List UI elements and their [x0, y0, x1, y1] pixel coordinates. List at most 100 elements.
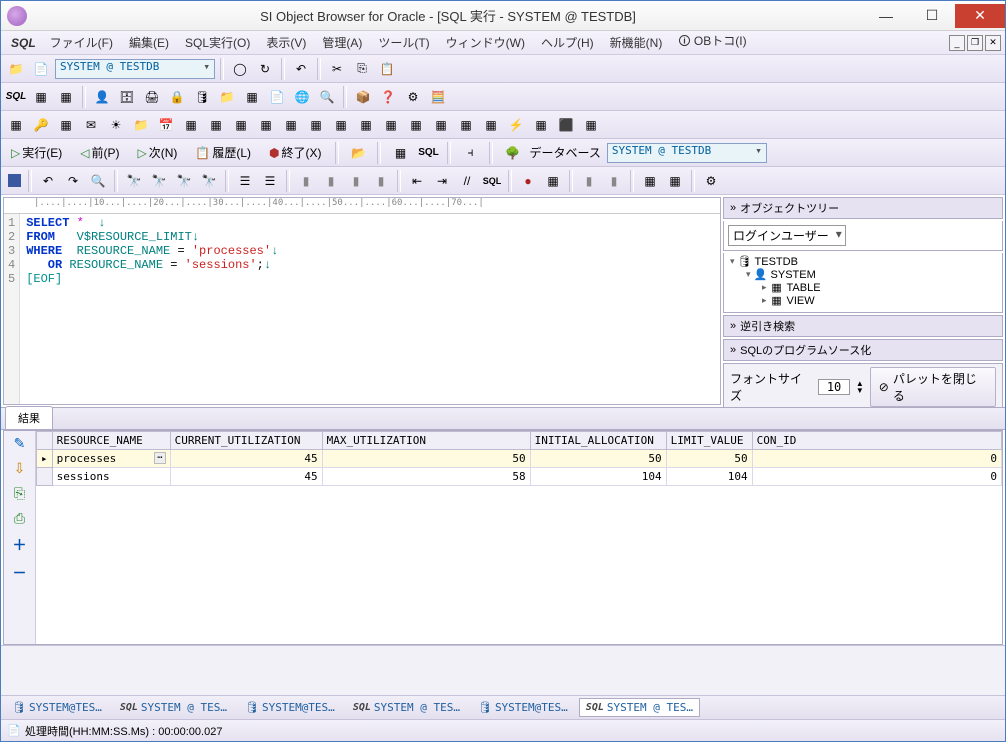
tree-table[interactable]: TABLE	[787, 282, 821, 294]
globe-icon[interactable]: 🌐	[291, 86, 313, 108]
tool-icon[interactable]: ▦	[580, 114, 602, 136]
gear-icon[interactable]: ⚙	[402, 86, 424, 108]
mdi-close-button[interactable]: ✕	[985, 35, 1001, 51]
binoculars-icon[interactable]: 🔭	[123, 170, 145, 192]
outdent-icon[interactable]: ⇥	[431, 170, 453, 192]
database-combo[interactable]: SYSTEM @ TESTDB	[607, 143, 767, 163]
menu-tools[interactable]: ツール(T)	[370, 32, 437, 53]
tool-icon[interactable]: ▦	[480, 114, 502, 136]
mail-icon[interactable]: ✉	[80, 114, 102, 136]
list-icon[interactable]: ☰	[234, 170, 256, 192]
cylinder-icon[interactable]: 🛢	[191, 86, 213, 108]
menu-sqlexec[interactable]: SQL実行(O)	[177, 32, 258, 53]
col-con-id[interactable]: CON_ID	[752, 432, 1001, 450]
cell[interactable]: 104	[666, 468, 752, 486]
list-icon[interactable]: ☰	[259, 170, 281, 192]
cell[interactable]: 50	[666, 450, 752, 468]
tool-icon[interactable]: ▦	[205, 114, 227, 136]
edit-icon[interactable]: ✎	[14, 435, 26, 452]
tool-icon[interactable]: ▦	[455, 114, 477, 136]
tool-icon[interactable]: ▦	[542, 170, 564, 192]
grid-icon[interactable]: ▦	[241, 86, 263, 108]
sun-icon[interactable]: ☀	[105, 114, 127, 136]
redo-icon[interactable]: ↷	[62, 170, 84, 192]
window-tab[interactable]: SQLSYSTEM @ TES…	[113, 698, 234, 717]
window-tab[interactable]: 🛢SYSTEM@TES…	[471, 698, 575, 717]
tool-icon[interactable]: ▦	[330, 114, 352, 136]
copy-button[interactable]: ⎘	[351, 58, 373, 80]
history-button[interactable]: 📋履歴(L)	[189, 142, 257, 163]
remove-icon[interactable]: －	[13, 563, 27, 583]
tool-icon[interactable]: ▦	[30, 86, 52, 108]
tree-schema[interactable]: SYSTEM	[771, 269, 816, 281]
menu-edit[interactable]: 編集(E)	[121, 32, 177, 53]
open-icon[interactable]: 📂	[347, 142, 369, 164]
tool-icon[interactable]: ▦	[55, 114, 77, 136]
tree-view[interactable]: VIEW	[787, 295, 815, 307]
object-tree[interactable]: ▾🛢TESTDB ▾👤SYSTEM ▸▦TABLE ▸▦VIEW	[723, 253, 1003, 313]
indent-icon[interactable]: ⇤	[406, 170, 428, 192]
table-row[interactable]: ▸ processes⋯ 45 50 50 50 0	[37, 450, 1002, 468]
comment-icon[interactable]: //	[456, 170, 478, 192]
menu-new[interactable]: 新機能(N)	[602, 32, 671, 53]
col-limit-value[interactable]: LIMIT_VALUE	[666, 432, 752, 450]
cell[interactable]: 0	[752, 450, 1001, 468]
tool-icon[interactable]: ▦	[55, 86, 77, 108]
font-size-spinner[interactable]: 10	[818, 379, 850, 395]
block-icon[interactable]: ▮	[320, 170, 342, 192]
object-tree-header[interactable]: »オブジェクトツリー	[723, 197, 1003, 219]
col-initial-alloc[interactable]: INITIAL_ALLOCATION	[530, 432, 666, 450]
binoculars-icon[interactable]: 🔭	[148, 170, 170, 192]
window-tab[interactable]: 🛢SYSTEM@TES…	[238, 698, 342, 717]
copy-row-icon[interactable]: ⎘	[14, 485, 25, 502]
code-editor[interactable]: 12345 SELECT * ↓ FROM V$RESOURCE_LIMIT↓ …	[4, 214, 720, 404]
binoculars-icon[interactable]: 🔭	[173, 170, 195, 192]
save-icon[interactable]	[5, 172, 23, 190]
cell[interactable]: processes⋯	[52, 450, 170, 468]
block-icon[interactable]: ▮	[345, 170, 367, 192]
col-max-util[interactable]: MAX_UTILIZATION	[322, 432, 530, 450]
cut-button[interactable]: ✂	[326, 58, 348, 80]
binoculars-icon[interactable]: 🔭	[198, 170, 220, 192]
minimize-button[interactable]: —	[863, 4, 909, 28]
close-button[interactable]: ✕	[955, 4, 1005, 28]
mdi-minimize-button[interactable]: _	[949, 35, 965, 51]
grid-icon[interactable]: ▦	[389, 142, 411, 164]
menu-help[interactable]: ヘルプ(H)	[533, 32, 602, 53]
cell[interactable]: 45	[170, 450, 322, 468]
menu-admin[interactable]: 管理(A)	[314, 32, 370, 53]
block-icon[interactable]: ▮	[370, 170, 392, 192]
refresh-button[interactable]: ◯	[229, 58, 251, 80]
calc-icon[interactable]: 🧮	[427, 86, 449, 108]
menu-window[interactable]: ウィンドウ(W)	[438, 32, 533, 53]
export-icon[interactable]: ⎙	[14, 510, 25, 527]
next-button[interactable]: ▷次(N)	[131, 142, 183, 163]
tool-icon[interactable]: ▦	[305, 114, 327, 136]
tool-icon[interactable]: ▦	[280, 114, 302, 136]
tool-icon[interactable]: ▦	[639, 170, 661, 192]
close-palette-button[interactable]: ⊘パレットを閉じる	[870, 367, 996, 407]
database-icon[interactable]: 🗄	[116, 86, 138, 108]
tool-icon[interactable]: ▦	[230, 114, 252, 136]
folder-icon[interactable]: 📁	[130, 114, 152, 136]
col-resource-name[interactable]: RESOURCE_NAME	[52, 432, 170, 450]
block-icon[interactable]: ▮	[578, 170, 600, 192]
cell[interactable]: 0	[752, 468, 1001, 486]
spinner-buttons[interactable]: ▲▼	[856, 380, 864, 394]
tree-icon[interactable]: 🌳	[501, 142, 523, 164]
stop-icon[interactable]: ⬛	[555, 114, 577, 136]
tool-icon[interactable]: ▦	[255, 114, 277, 136]
calendar-icon[interactable]: 📅	[155, 114, 177, 136]
user-icon[interactable]: 👤	[91, 86, 113, 108]
login-user-combo[interactable]: ログインユーザー	[728, 225, 846, 246]
sql-format-icon[interactable]: SQL	[481, 170, 503, 192]
print-icon[interactable]: 🖨	[141, 86, 163, 108]
folder-icon[interactable]: 📁	[216, 86, 238, 108]
tool-icon[interactable]: ▦	[355, 114, 377, 136]
lightning-icon[interactable]: ⚡	[505, 114, 527, 136]
question-icon[interactable]: ❓	[377, 86, 399, 108]
connect-button[interactable]: 📁	[5, 58, 27, 80]
block-icon[interactable]: ▮	[603, 170, 625, 192]
tool-icon[interactable]: ▦	[180, 114, 202, 136]
cell[interactable]: sessions	[52, 468, 170, 486]
